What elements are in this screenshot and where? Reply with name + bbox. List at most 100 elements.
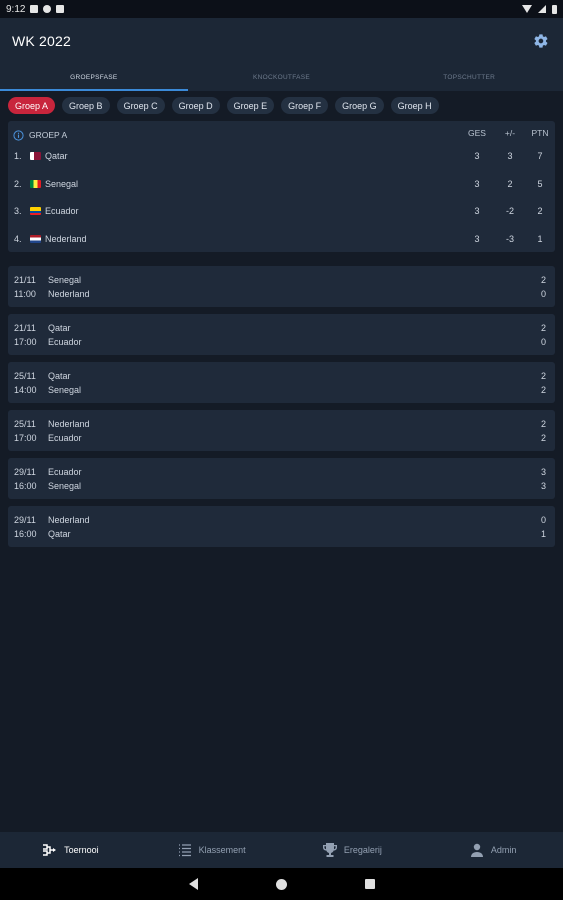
col-header-diff: +/-: [504, 128, 516, 138]
match-date: 21/11: [14, 322, 36, 333]
standing-position: 2.: [14, 179, 22, 189]
standing-row[interactable]: 4. Nederland 3 -3 1: [14, 232, 545, 246]
chip-groep-b[interactable]: Groep B: [62, 97, 110, 114]
match-home-team: Qatar: [48, 322, 71, 333]
nav-eregalerij[interactable]: Eregalerij: [282, 832, 423, 868]
chip-groep-e[interactable]: Groep E: [226, 97, 275, 114]
match-home-team: Ecuador: [48, 466, 82, 477]
nav-klassement-label: Klassement: [198, 845, 246, 855]
match-home-score: 3: [540, 466, 546, 477]
signal-icon: [538, 5, 546, 13]
recent-apps-icon[interactable]: [364, 879, 375, 889]
match-home-score: 2: [540, 322, 546, 333]
standing-team: Qatar: [45, 151, 68, 161]
match-time: 17:00: [14, 432, 37, 443]
match-date: 25/11: [14, 370, 36, 381]
standing-team: Senegal: [45, 179, 79, 189]
match-time: 17:00: [14, 336, 37, 347]
standing-row[interactable]: 2. Senegal 3 2 5: [14, 177, 545, 191]
match-time: 16:00: [14, 480, 37, 491]
match-away-score: 2: [540, 432, 546, 443]
standing-diff: -2: [505, 206, 514, 216]
match-date: 25/11: [14, 418, 36, 429]
standings-header: GROEP A GES +/- PTN: [13, 128, 549, 142]
match-card[interactable]: 29/11 Nederland 0 16:00 Qatar 1: [8, 506, 555, 547]
tab-topschutter[interactable]: TOPSCHUTTER: [375, 64, 563, 91]
match-date: 29/11: [14, 466, 36, 477]
standing-points: 5: [537, 179, 543, 189]
home-icon[interactable]: [275, 878, 287, 890]
qatar-flag: [30, 152, 41, 160]
person-icon: [469, 842, 485, 858]
sd-card-icon: [56, 5, 65, 13]
chip-groep-h[interactable]: Groep H: [390, 97, 439, 114]
status-bar: 9:12: [0, 0, 563, 18]
match-time: 14:00: [14, 384, 37, 395]
match-card[interactable]: 21/11 Qatar 2 17:00 Ecuador 0: [8, 314, 555, 355]
standing-position: 1.: [14, 151, 22, 161]
gear-icon[interactable]: [531, 31, 551, 51]
match-card[interactable]: 25/11 Nederland 2 17:00 Ecuador 2: [8, 410, 555, 451]
standing-played: 3: [474, 206, 480, 216]
match-away-score: 2: [540, 384, 546, 395]
chip-groep-f[interactable]: Groep F: [281, 97, 329, 114]
nav-klassement[interactable]: Klassement: [141, 832, 282, 868]
standing-diff: 2: [507, 179, 513, 189]
match-home-score: 2: [540, 274, 546, 285]
standing-position: 4.: [14, 234, 22, 244]
standing-row[interactable]: 1. Qatar 3 3 7: [14, 149, 545, 163]
standing-played: 3: [474, 151, 480, 161]
chip-groep-c[interactable]: Groep C: [116, 97, 165, 114]
match-home-team: Nederland: [48, 514, 90, 525]
standing-played: 3: [474, 234, 480, 244]
standing-team: Nederland: [45, 234, 87, 244]
nav-toernooi[interactable]: Toernooi: [0, 832, 141, 868]
app-title: WK 2022: [12, 33, 71, 49]
match-away-score: 3: [540, 480, 546, 491]
standing-team: Ecuador: [45, 206, 79, 216]
tab-bar: GROEPSFASE KNOCKOUTFASE TOPSCHUTTER: [0, 64, 563, 91]
standing-position: 3.: [14, 206, 22, 216]
chip-groep-g[interactable]: Groep G: [335, 97, 384, 114]
info-icon[interactable]: [13, 129, 24, 141]
chip-groep-a[interactable]: Groep A: [8, 97, 56, 114]
nav-eregalerij-label: Eregalerij: [343, 845, 382, 855]
match-card[interactable]: 21/11 Senegal 2 11:00 Nederland 0: [8, 266, 555, 307]
match-away-team: Nederland: [48, 288, 90, 299]
col-header-points: PTN: [531, 128, 549, 138]
back-icon[interactable]: [188, 878, 198, 890]
col-header-played: GES: [468, 128, 486, 138]
wifi-icon: [522, 5, 532, 13]
netherlands-flag: [30, 235, 41, 243]
senegal-flag: [30, 180, 41, 188]
nav-admin-label: Admin: [490, 845, 517, 855]
notification-icon: [30, 5, 39, 13]
standing-points: 7: [537, 151, 543, 161]
tab-groepsfase[interactable]: GROEPSFASE: [0, 64, 188, 91]
trophy-icon: [322, 842, 338, 858]
match-time: 16:00: [14, 528, 37, 539]
standing-points: 1: [537, 234, 543, 244]
nav-admin[interactable]: Admin: [422, 832, 563, 868]
match-away-team: Ecuador: [48, 336, 82, 347]
ecuador-flag: [30, 207, 41, 215]
match-home-score: 0: [540, 514, 546, 525]
match-away-team: Senegal: [48, 384, 82, 395]
tab-knockoutfase[interactable]: KNOCKOUTFASE: [188, 64, 376, 91]
match-card[interactable]: 29/11 Ecuador 3 16:00 Senegal 3: [8, 458, 555, 499]
app-bar: WK 2022: [0, 18, 563, 64]
match-date: 29/11: [14, 514, 36, 525]
match-date: 21/11: [14, 274, 36, 285]
match-time: 11:00: [14, 288, 36, 299]
app-notification-icon: [43, 5, 52, 13]
match-card[interactable]: 25/11 Qatar 2 14:00 Senegal 2: [8, 362, 555, 403]
bottom-nav: Toernooi Klassement Eregalerij Admin: [0, 832, 563, 868]
standing-row[interactable]: 3. Ecuador 3 -2 2: [14, 204, 545, 218]
match-home-score: 2: [540, 370, 546, 381]
match-home-team: Nederland: [48, 418, 90, 429]
system-navigation-bar: [0, 868, 563, 900]
chip-groep-d[interactable]: Groep D: [171, 97, 220, 114]
match-away-score: 1: [540, 528, 546, 539]
nav-toernooi-label: Toernooi: [64, 845, 99, 855]
group-chips: Groep A Groep B Groep C Groep D Groep E …: [8, 97, 439, 114]
